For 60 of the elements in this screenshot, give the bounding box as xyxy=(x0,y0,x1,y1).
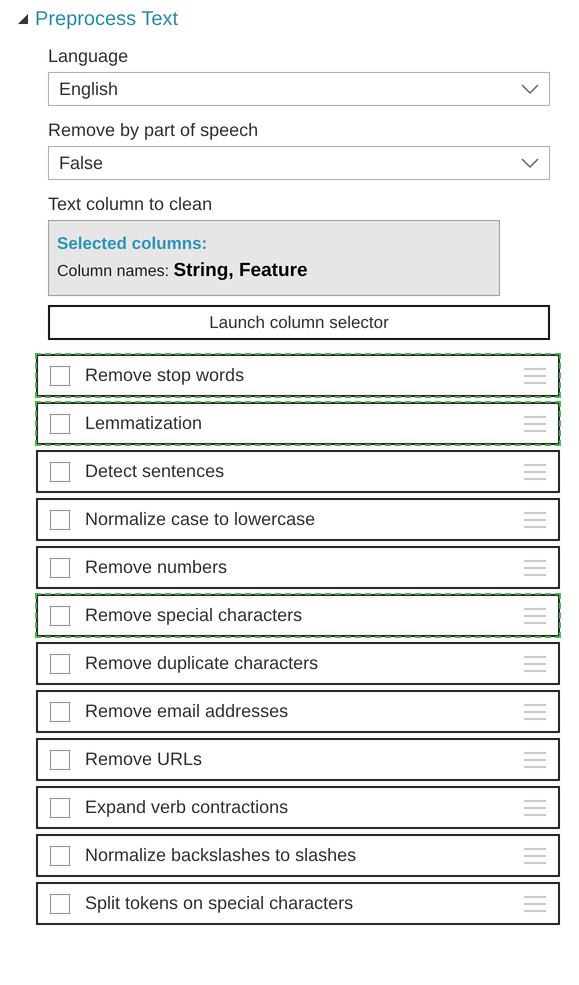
checkbox[interactable] xyxy=(50,606,70,626)
drag-handle-icon[interactable] xyxy=(524,464,546,480)
checkbox[interactable] xyxy=(50,654,70,674)
option-row[interactable]: Remove numbers xyxy=(36,546,560,589)
option-label: Remove email addresses xyxy=(85,701,290,722)
option-label: Remove stop words xyxy=(85,365,246,386)
section-title: Preprocess Text xyxy=(35,8,178,30)
chevron-down-icon xyxy=(521,158,539,168)
option-row[interactable]: Lemmatization xyxy=(36,402,560,445)
dropdown[interactable]: English xyxy=(48,72,550,106)
option-row[interactable]: Remove URLs xyxy=(36,738,560,781)
option-label: Lemmatization xyxy=(85,413,204,434)
drag-handle-icon[interactable] xyxy=(524,368,546,384)
drag-handle-icon[interactable] xyxy=(524,896,546,912)
field-label: Remove by part of speech xyxy=(48,120,260,141)
option-label: Split tokens on special characters xyxy=(85,893,354,914)
checkbox[interactable] xyxy=(50,558,70,578)
option-label: Remove special characters xyxy=(85,605,304,626)
launch-column-selector-button[interactable]: Launch column selector xyxy=(48,305,550,340)
drag-handle-icon[interactable] xyxy=(524,752,546,768)
drag-handle-icon[interactable] xyxy=(524,512,546,528)
chevron-down-icon xyxy=(521,84,539,94)
option-label: Remove URLs xyxy=(85,749,204,770)
checkbox[interactable] xyxy=(50,750,70,770)
option-row[interactable]: Remove special characters xyxy=(36,594,560,637)
option-row[interactable]: Split tokens on special characters xyxy=(36,882,560,925)
option-label: Normalize backslashes to slashes xyxy=(85,845,358,866)
drag-handle-icon[interactable] xyxy=(524,608,546,624)
checkbox[interactable] xyxy=(50,510,70,530)
option-row[interactable]: Remove email addresses xyxy=(36,690,560,733)
drag-handle-icon[interactable] xyxy=(524,704,546,720)
drag-handle-icon[interactable] xyxy=(524,560,546,576)
checkbox[interactable] xyxy=(50,798,70,818)
drag-handle-icon[interactable] xyxy=(524,848,546,864)
drag-handle-icon[interactable] xyxy=(524,800,546,816)
checkbox[interactable] xyxy=(50,846,70,866)
option-row[interactable]: Normalize backslashes to slashes xyxy=(36,834,560,877)
option-label: Remove numbers xyxy=(85,557,228,578)
option-row[interactable]: Remove stop words xyxy=(36,354,560,397)
option-row[interactable]: Remove duplicate characters xyxy=(36,642,560,685)
column-names-text: Column names: String, Feature xyxy=(57,260,309,282)
option-label: Detect sentences xyxy=(85,461,226,482)
checkbox[interactable] xyxy=(50,366,70,386)
checkbox[interactable] xyxy=(50,702,70,722)
option-row[interactable]: Normalize case to lowercase xyxy=(36,498,560,541)
collapse-triangle-icon[interactable] xyxy=(18,14,28,24)
selected-columns-heading: Selected columns: xyxy=(57,234,208,254)
field-label: Language xyxy=(48,46,130,67)
option-row[interactable]: Detect sentences xyxy=(36,450,560,493)
checkbox[interactable] xyxy=(50,894,70,914)
checkbox[interactable] xyxy=(50,414,70,434)
option-label: Normalize case to lowercase xyxy=(85,509,316,530)
drag-handle-icon[interactable] xyxy=(524,656,546,672)
drag-handle-icon[interactable] xyxy=(524,416,546,432)
option-row[interactable]: Expand verb contractions xyxy=(36,786,560,829)
field-label: Text column to clean xyxy=(48,194,214,215)
checkbox[interactable] xyxy=(50,462,70,482)
option-label: Expand verb contractions xyxy=(85,797,290,818)
option-label: Remove duplicate characters xyxy=(85,653,320,674)
dropdown[interactable]: False xyxy=(48,146,550,180)
